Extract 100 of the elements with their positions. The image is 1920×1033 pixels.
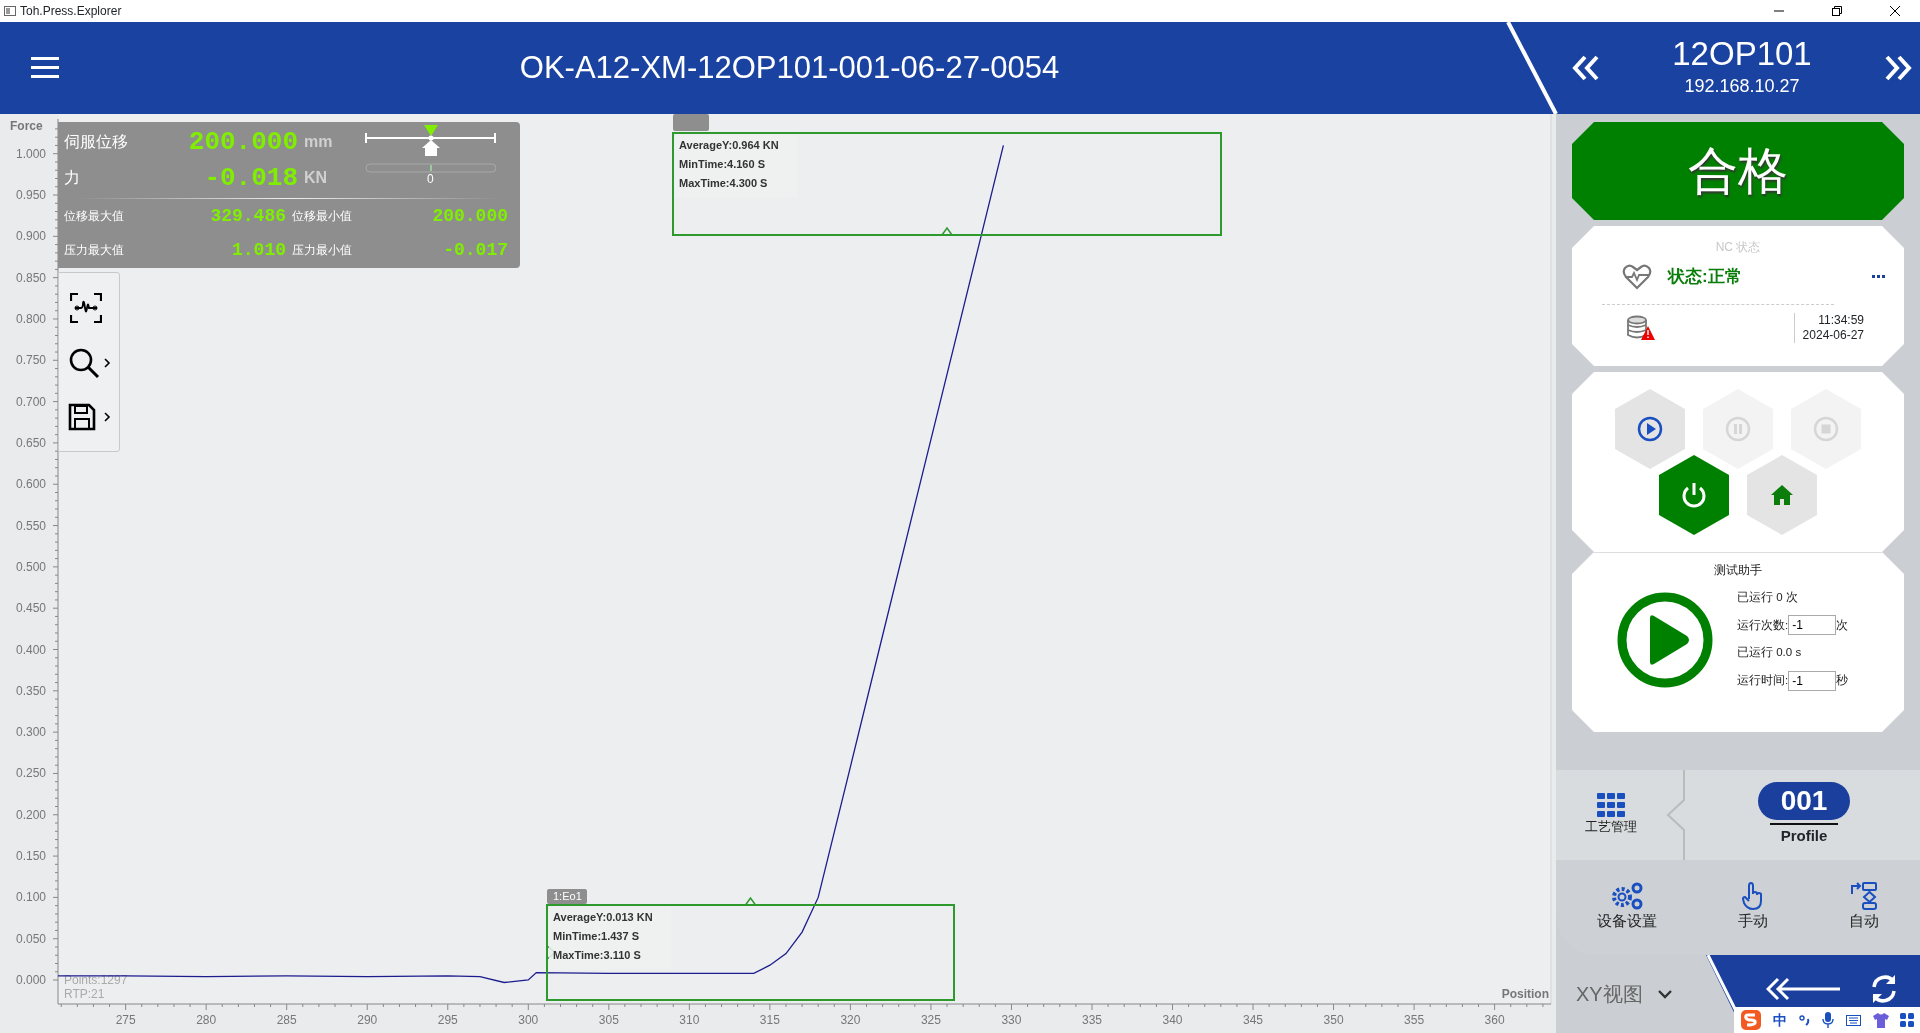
process-menu-button[interactable]: 工艺管理 [1556,770,1666,860]
grid-icon [1597,793,1625,818]
auto-button[interactable]: 自动 [1843,881,1886,934]
restore-icon[interactable] [1832,6,1842,16]
keyboard-icon[interactable] [1846,1014,1862,1026]
y-tick-label: 0.850 [15,270,46,285]
x-tick-label: 275 [115,1013,136,1027]
chevron-down-icon[interactable] [1656,989,1673,999]
home-button[interactable] [1747,455,1817,535]
play-icon[interactable] [1617,591,1713,688]
window-stat: MaxTime:4.300 S [679,177,768,189]
y-tick-label: 0.300 [15,725,46,740]
punctuation-icon[interactable] [1798,1014,1811,1026]
y-tick-label: 0.150 [15,849,46,864]
result-text: 合格 [1688,141,1788,201]
power-icon [1680,481,1708,509]
app-icon [4,6,16,16]
stat-value: 329.486 [209,204,286,228]
heartbeat-icon [1622,264,1652,290]
fit-signal-icon[interactable] [70,293,102,323]
y-tick-label: 0.100 [15,890,46,905]
y-tick-label: 1.000 [15,146,46,161]
caret-icon[interactable] [103,358,111,368]
x-tick-label: 305 [598,1013,619,1027]
save-icon[interactable] [67,403,96,431]
settings-button[interactable]: 设备设置 [1590,881,1663,934]
ime-logo-icon[interactable] [1739,1009,1762,1031]
run-time-text: 已运行 0.0 s [1737,645,1803,661]
evaluation-window[interactable] [546,904,955,1001]
window-label: 1:Eo1 [547,889,587,904]
unit-label: 秒 [1836,672,1849,688]
unit-label: 次 [1836,617,1849,633]
position-slider[interactable] [365,125,496,144]
close-icon[interactable] [1890,6,1900,16]
y-tick-label: 0.050 [15,931,46,946]
manual-button[interactable]: 手动 [1732,881,1774,934]
y-tick-label: 0.600 [15,477,46,492]
field-label: 运行次数: [1737,617,1789,633]
y-tick-label: 0.250 [15,766,46,781]
stat-value: 200.000 [431,204,508,228]
database-warning-icon [1627,315,1657,341]
x-tick-label: 355 [1404,1013,1425,1027]
window-handle[interactable] [744,896,757,906]
home-icon [422,140,440,156]
hand-icon [1741,882,1765,911]
x-tick-label: 345 [1243,1013,1264,1027]
run-count-field[interactable]: -1 [1788,615,1837,636]
search-icon[interactable] [67,347,100,379]
window-stat: AverageY:0.964 KN [679,139,779,151]
flowchart-icon [1850,882,1879,911]
stat-label: 位移最大值 [63,208,125,225]
ime-mode[interactable]: 中 [1773,1009,1788,1031]
power-button[interactable] [1659,455,1729,535]
window-tag [673,114,709,131]
view-select[interactable]: XY视图 [1576,979,1643,1009]
status-text: 状态:正常 [1668,266,1742,289]
readout-label: 伺服位移 [63,132,129,152]
readout-value: 200.000 [187,125,298,159]
window-handle[interactable] [941,226,953,236]
gears-icon [1609,882,1644,911]
shirt-icon[interactable] [1872,1012,1889,1028]
y-tick-label: 0.700 [15,394,46,409]
status-time: 11:34:59 [1818,313,1864,328]
unit-label: KN [303,168,329,188]
double-chevron-right-icon[interactable] [1884,55,1912,81]
double-chevron-left-icon[interactable] [1572,55,1600,81]
slider-thumb[interactable] [424,125,438,141]
x-tick-label: 330 [1001,1013,1022,1027]
window-stat: MinTime:4.160 S [679,158,765,170]
y-tick-label: 0.350 [15,683,46,698]
ip-address: 192.168.10.27 [1684,74,1800,98]
y-tick-label: 0.800 [15,311,46,326]
stat-label: 压力最大值 [63,242,125,259]
y-tick-label: 0.550 [15,518,46,533]
stat-label: 压力最小值 [291,242,353,259]
window-stat: AverageY:0.013 KN [553,911,653,923]
x-tick-label: 310 [679,1013,700,1027]
window-title: Toh.Press.Explorer [20,3,122,20]
x-tick-label: 315 [759,1013,780,1027]
home-icon [1770,484,1794,506]
x-tick-label: 300 [518,1013,539,1027]
run-count-text: 已运行 0 次 [1737,590,1799,605]
profile-number[interactable]: 001 [1758,782,1850,821]
readout-label: 力 [63,168,81,188]
run-time-field[interactable]: -1 [1788,670,1837,691]
microphone-icon[interactable] [1822,1012,1835,1028]
more-icon[interactable] [1872,275,1886,279]
x-tick-label: 325 [920,1013,941,1027]
caret-icon[interactable] [103,412,111,422]
back-arrow-icon[interactable] [1766,977,1842,1001]
stat-label: 位移最小值 [291,208,353,225]
profile-name: Profile [1770,823,1838,848]
x-tick-label: 335 [1081,1013,1102,1027]
stat-value: -0.017 [442,238,508,262]
menu-icon[interactable] [31,57,59,79]
x-tick-label: 360 [1484,1013,1505,1027]
grid-icon[interactable] [1900,1013,1915,1027]
unit-label: mm [303,132,334,152]
evaluation-window[interactable] [672,132,1222,236]
y-tick-label: 0.900 [15,229,46,244]
